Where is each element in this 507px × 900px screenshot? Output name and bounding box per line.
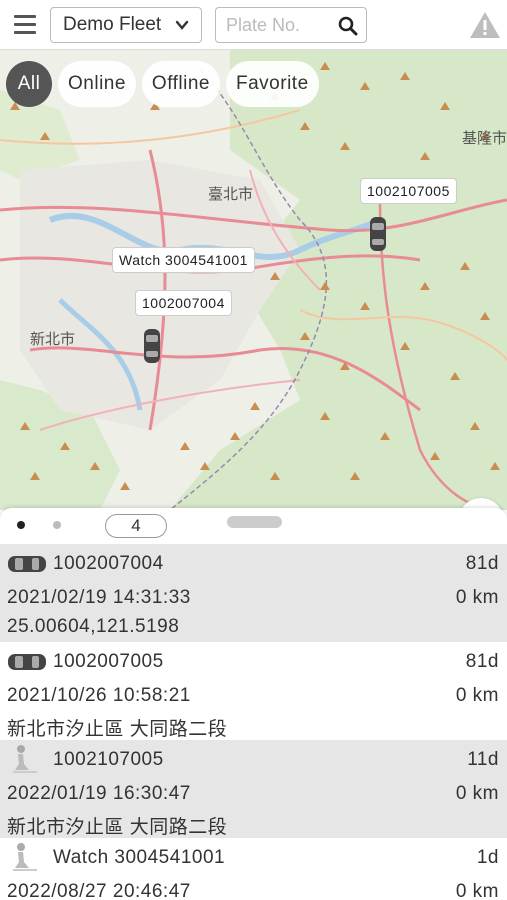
top-bar: Demo Fleet — [0, 0, 507, 50]
vehicle-name: 1002007005 — [53, 651, 164, 672]
vehicle-age: 81d — [465, 553, 499, 574]
vehicle-location: 新北市汐止區 大同路二段 — [7, 719, 228, 740]
fleet-select[interactable]: Demo Fleet — [50, 7, 202, 43]
plate-search-input[interactable] — [216, 8, 326, 42]
car-marker-icon[interactable] — [143, 328, 161, 364]
vehicle-distance: 0 km — [455, 783, 499, 804]
vehicle-timestamp: 2022/08/27 20:46:47 — [7, 881, 191, 900]
vehicle-list-item[interactable]: Watch 3004541001 1d 2022/08/27 20:46:47 … — [0, 838, 507, 900]
vehicle-name: Watch 3004541001 — [53, 847, 226, 868]
place-label: 基隆市 — [462, 130, 507, 147]
place-label: 臺北市 — [208, 186, 254, 203]
map-vehicle-label[interactable]: 1002107005 — [360, 178, 457, 204]
vehicle-distance: 0 km — [455, 587, 499, 608]
filter-all-chip[interactable]: All — [6, 61, 52, 107]
filter-online-chip[interactable]: Online — [58, 61, 136, 107]
map-view[interactable]: 新北市 臺北市 基隆市 1002107005 Watch 3004541001 … — [0, 50, 507, 510]
search-icon[interactable] — [338, 16, 358, 36]
vehicle-distance: 0 km — [455, 685, 499, 706]
vehicle-timestamp: 2021/10/26 10:58:21 — [7, 685, 191, 706]
chevron-down-icon — [175, 20, 189, 30]
vehicle-name: 1002007004 — [53, 553, 164, 574]
vehicle-list-item[interactable]: 1002007005 81d 2021/10/26 10:58:21 0 km … — [0, 642, 507, 740]
vehicle-timestamp: 2022/01/19 16:30:47 — [7, 783, 191, 804]
vehicle-age: 1d — [476, 847, 499, 868]
map-vehicle-label[interactable]: Watch 3004541001 — [112, 247, 255, 273]
sheet-header: 4 — [0, 508, 507, 544]
vehicle-list-item[interactable]: 1002007004 81d 2021/02/19 14:31:33 0 km … — [0, 544, 507, 642]
map-background — [0, 50, 507, 510]
warning-icon[interactable] — [469, 10, 501, 40]
fleet-select-label: Demo Fleet — [63, 14, 162, 35]
map-vehicle-label[interactable]: 1002007004 — [135, 290, 232, 316]
vehicle-location: 新北市汐止區 大同路二段 — [7, 817, 228, 838]
status-filter-group: All Online Offline Favorite — [6, 61, 319, 107]
vehicle-distance: 0 km — [455, 881, 499, 900]
vehicle-count-badge: 4 — [105, 514, 167, 538]
car-icon — [8, 654, 46, 670]
menu-icon[interactable] — [14, 15, 36, 35]
drag-handle[interactable] — [227, 516, 282, 528]
vehicle-location: 25.00604,121.5198 — [7, 616, 180, 637]
filter-favorite-chip[interactable]: Favorite — [226, 61, 319, 107]
vehicle-timestamp: 2021/02/19 14:31:33 — [7, 587, 191, 608]
vehicle-age: 11d — [467, 749, 499, 770]
filter-offline-chip[interactable]: Offline — [141, 61, 220, 107]
person-icon — [13, 745, 37, 773]
plate-search-box[interactable] — [215, 7, 367, 43]
car-marker-icon[interactable] — [369, 216, 387, 252]
person-icon — [13, 843, 37, 871]
place-label: 新北市 — [30, 331, 76, 348]
vehicle-list-item[interactable]: 1002107005 11d 2022/01/19 16:30:47 0 km … — [0, 740, 507, 838]
vehicle-age: 81d — [465, 651, 499, 672]
vehicle-name: 1002107005 — [53, 749, 164, 770]
vehicle-list-sheet[interactable]: 4 1002007004 81d 2021/02/19 14:31:33 0 k… — [0, 508, 507, 900]
car-icon — [8, 556, 46, 572]
page-indicator-active[interactable] — [17, 521, 25, 529]
page-indicator[interactable] — [53, 521, 61, 529]
